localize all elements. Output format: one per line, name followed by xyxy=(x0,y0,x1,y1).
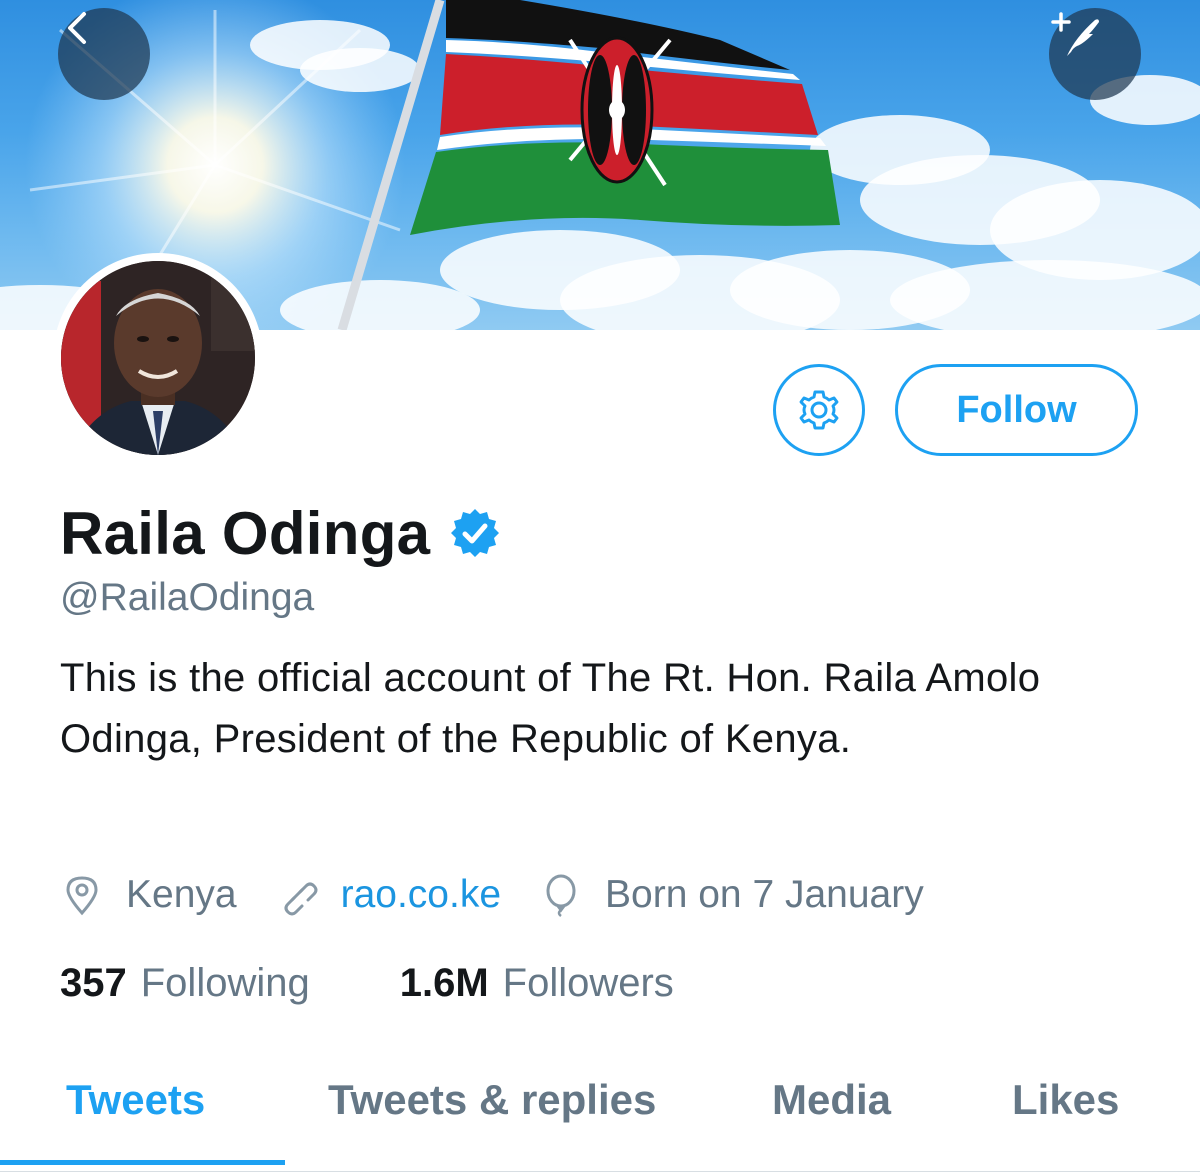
website-link[interactable]: rao.co.ke xyxy=(341,873,501,917)
following-label: Following xyxy=(140,960,310,1005)
link-icon xyxy=(284,882,318,916)
verified-badge-icon xyxy=(451,509,500,557)
chevron-left-icon xyxy=(68,12,86,44)
followers-label: Followers xyxy=(502,960,674,1005)
compose-tweet-button[interactable] xyxy=(1049,8,1141,100)
tab-tweets-and-replies[interactable]: Tweets & replies xyxy=(328,1076,656,1124)
location-pin-icon xyxy=(66,876,98,916)
birthday-text: Born on 7 January xyxy=(605,873,924,916)
tab-likes[interactable]: Likes xyxy=(1012,1076,1119,1124)
profile-page: Follow Raila Odinga @RailaOdinga This is… xyxy=(0,0,1200,1172)
birthday-item: Born on 7 January xyxy=(539,873,924,917)
profile-avatar[interactable] xyxy=(53,253,263,463)
following-stat[interactable]: 357 Following xyxy=(60,961,310,1006)
active-tab-indicator xyxy=(0,1160,285,1165)
compose-tweet-icon xyxy=(1051,12,1099,56)
followers-stat[interactable]: 1.6M Followers xyxy=(400,961,674,1006)
profile-meta: Kenya rao.co.ke Born on 7 January xyxy=(60,868,962,922)
profile-bio: This is the official account of The Rt. … xyxy=(60,656,1041,761)
profile-name-row: Raila Odinga xyxy=(60,498,502,568)
following-count: 357 xyxy=(60,960,127,1005)
profile-handle: @RailaOdinga xyxy=(60,576,315,619)
location-item: Kenya xyxy=(60,873,237,917)
balloon-icon xyxy=(546,874,576,917)
follow-button[interactable]: Follow xyxy=(895,364,1138,456)
followers-count: 1.6M xyxy=(399,960,489,1005)
display-name: Raila Odinga xyxy=(60,499,431,567)
website-item: rao.co.ke xyxy=(275,873,501,917)
profile-stats: 357 Following 1.6M Followers xyxy=(60,956,674,1010)
profile-tabs: Tweets Tweets & replies Media Likes xyxy=(0,1062,1200,1172)
tab-media[interactable]: Media xyxy=(772,1076,891,1124)
avatar-photo xyxy=(61,261,255,455)
back-button[interactable] xyxy=(58,8,150,100)
location-text: Kenya xyxy=(126,873,237,916)
tab-tweets[interactable]: Tweets xyxy=(66,1076,205,1124)
gear-icon xyxy=(799,390,839,430)
settings-button[interactable] xyxy=(773,364,865,456)
